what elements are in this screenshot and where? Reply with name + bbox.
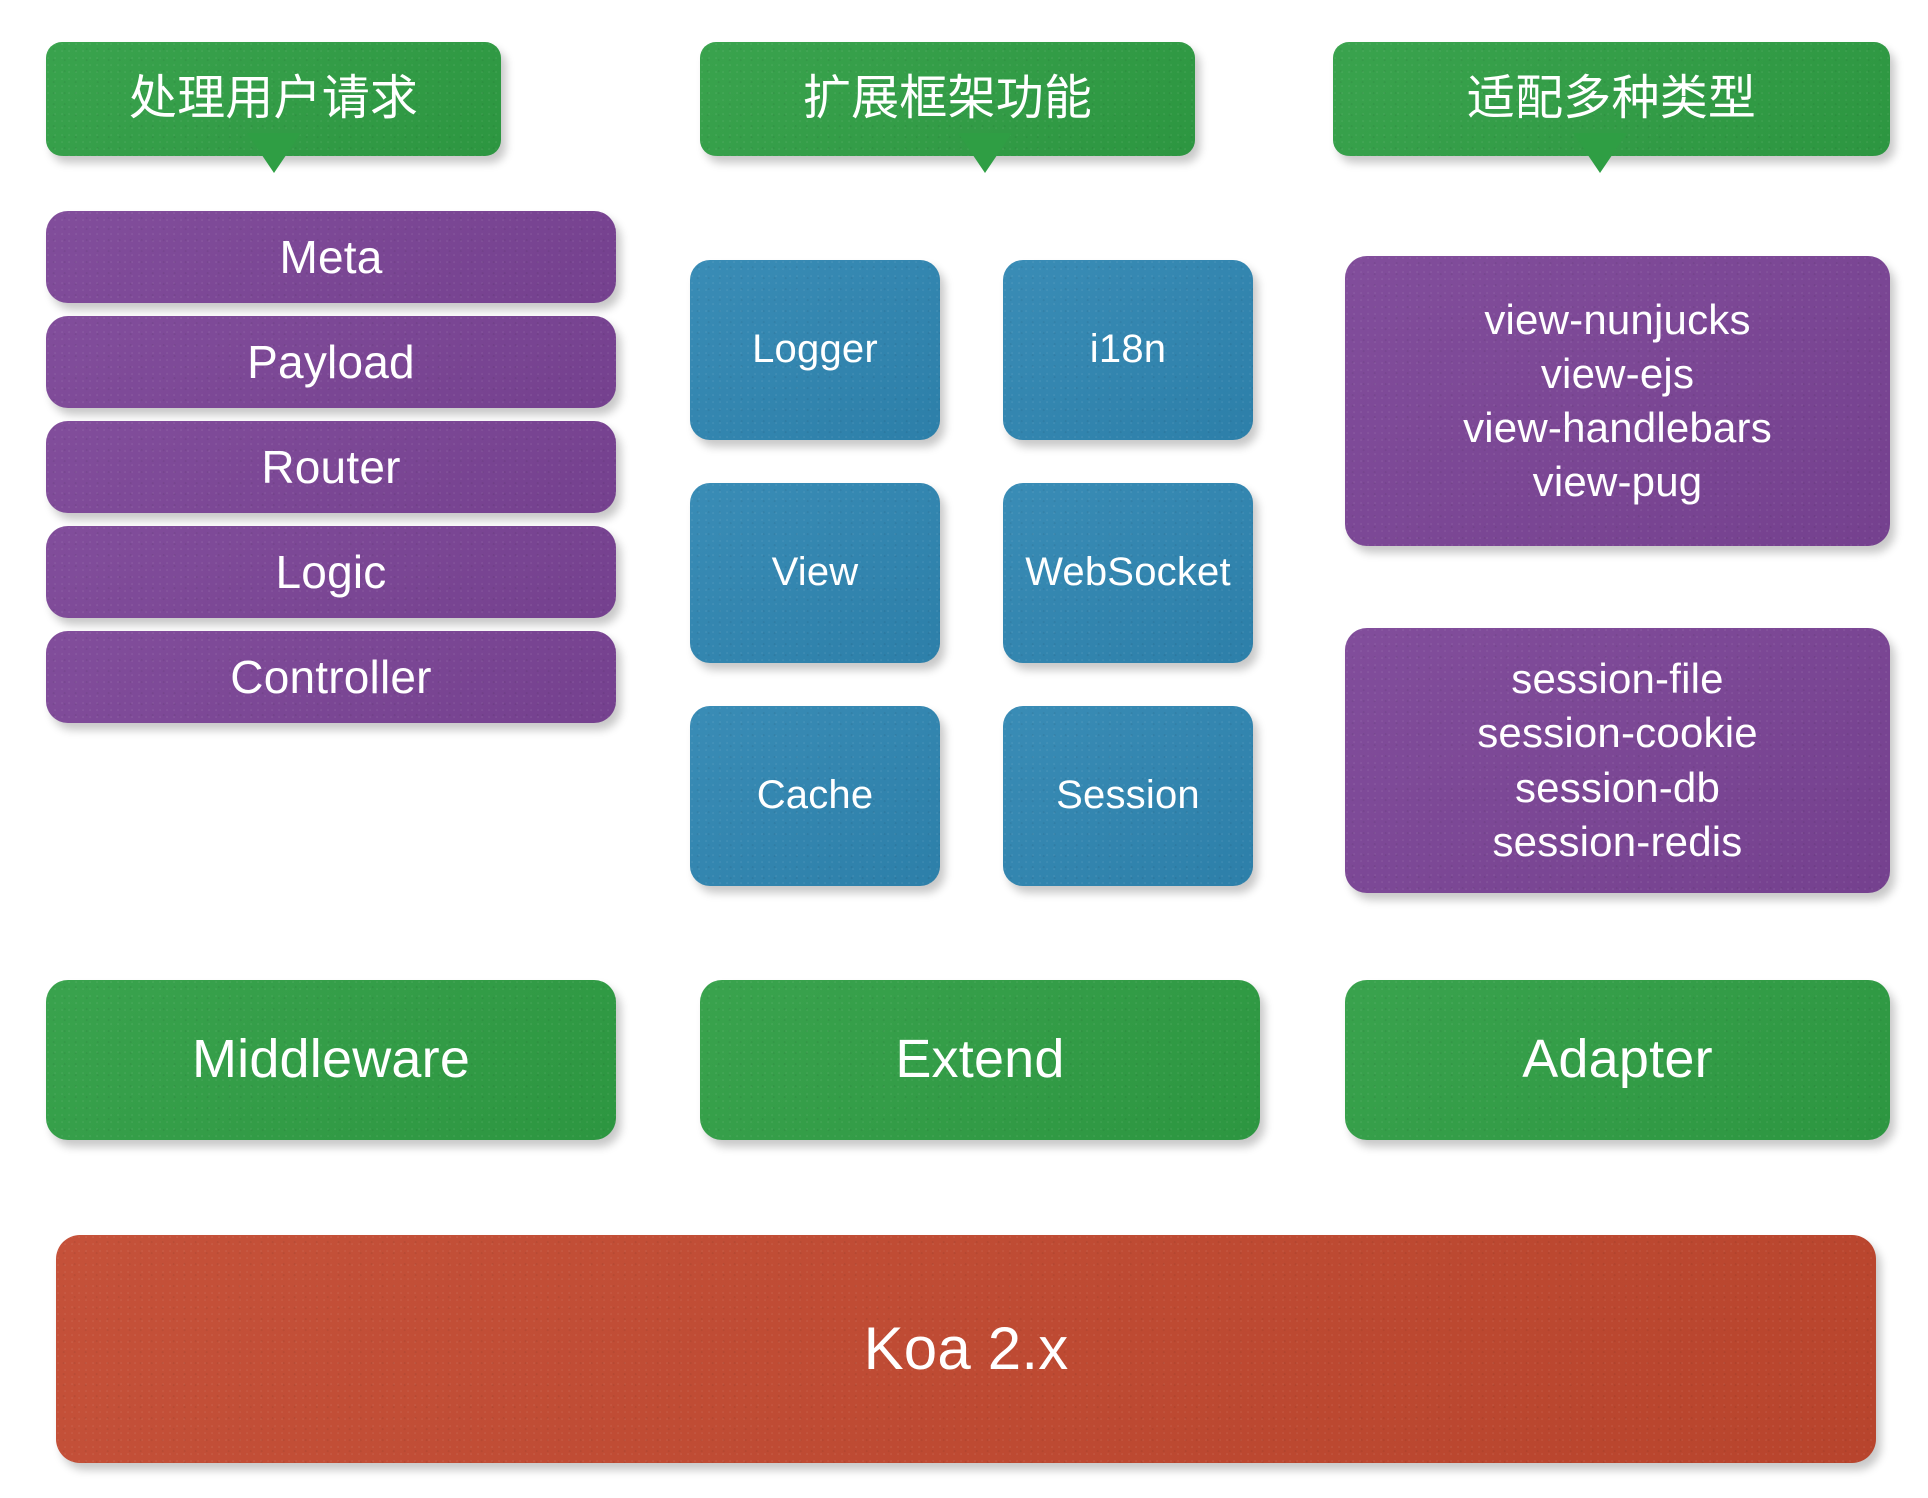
adapter-line: session-redis <box>1492 817 1743 865</box>
layer-band-label: Extend <box>895 1029 1065 1090</box>
middleware-item-label: Payload <box>247 335 415 388</box>
middleware-item-label: Logic <box>275 545 387 598</box>
extend-item-label: Logger <box>752 327 878 372</box>
extend-item-cache[interactable]: Cache <box>690 706 940 886</box>
layer-band-label: Middleware <box>191 1029 471 1090</box>
middleware-item-router[interactable]: Router <box>46 421 616 513</box>
callout-label: 处理用户请求 <box>128 71 419 125</box>
middleware-item-controller[interactable]: Controller <box>46 631 616 723</box>
middleware-item-label: Meta <box>279 230 383 283</box>
extend-item-i18n[interactable]: i18n <box>1003 260 1253 440</box>
extend-item-label: WebSocket <box>1025 550 1231 595</box>
diagram-canvas: 处理用户请求 扩展框架功能 适配多种类型 Meta Payload Router… <box>0 0 1928 1498</box>
extend-item-label: View <box>771 550 859 595</box>
adapter-line: session-db <box>1514 763 1721 811</box>
callout-tail-icon <box>958 133 1012 173</box>
layer-band-label: Adapter <box>1522 1029 1713 1090</box>
callout-label: 适配多种类型 <box>1466 71 1757 125</box>
adapter-group-session-adapters[interactable]: session-file session-cookie session-db s… <box>1345 628 1890 893</box>
extend-item-logger[interactable]: Logger <box>690 260 940 440</box>
middleware-item-label: Controller <box>230 650 432 703</box>
adapter-line: session-file <box>1511 655 1724 703</box>
middleware-item-logic[interactable]: Logic <box>46 526 616 618</box>
extend-item-session[interactable]: Session <box>1003 706 1253 886</box>
extend-item-websocket[interactable]: WebSocket <box>1003 483 1253 663</box>
layer-band-extend[interactable]: Extend <box>700 980 1260 1140</box>
callout-extend-framework-features: 扩展框架功能 <box>700 42 1195 156</box>
foundation-bar-koa[interactable]: Koa 2.x <box>56 1235 1876 1463</box>
callout-tail-icon <box>1573 133 1627 173</box>
middleware-item-meta[interactable]: Meta <box>46 211 616 303</box>
extend-item-label: Session <box>1056 773 1200 818</box>
callout-tail-icon <box>247 133 301 173</box>
extend-item-label: Cache <box>756 773 874 818</box>
foundation-label: Koa 2.x <box>863 1314 1069 1382</box>
extend-item-view[interactable]: View <box>690 483 940 663</box>
adapter-line: view-pug <box>1532 458 1703 506</box>
adapter-line: view-ejs <box>1540 349 1695 397</box>
middleware-item-label: Router <box>261 440 401 493</box>
extend-item-label: i18n <box>1089 327 1167 372</box>
middleware-item-payload[interactable]: Payload <box>46 316 616 408</box>
adapter-group-view-adapters[interactable]: view-nunjucks view-ejs view-handlebars v… <box>1345 256 1890 546</box>
adapter-line: view-handlebars <box>1463 404 1772 451</box>
callout-label: 扩展框架功能 <box>802 71 1093 125</box>
layer-band-adapter[interactable]: Adapter <box>1345 980 1890 1140</box>
adapter-line: session-cookie <box>1477 709 1758 757</box>
adapter-line: view-nunjucks <box>1484 295 1751 343</box>
layer-band-middleware[interactable]: Middleware <box>46 980 616 1140</box>
